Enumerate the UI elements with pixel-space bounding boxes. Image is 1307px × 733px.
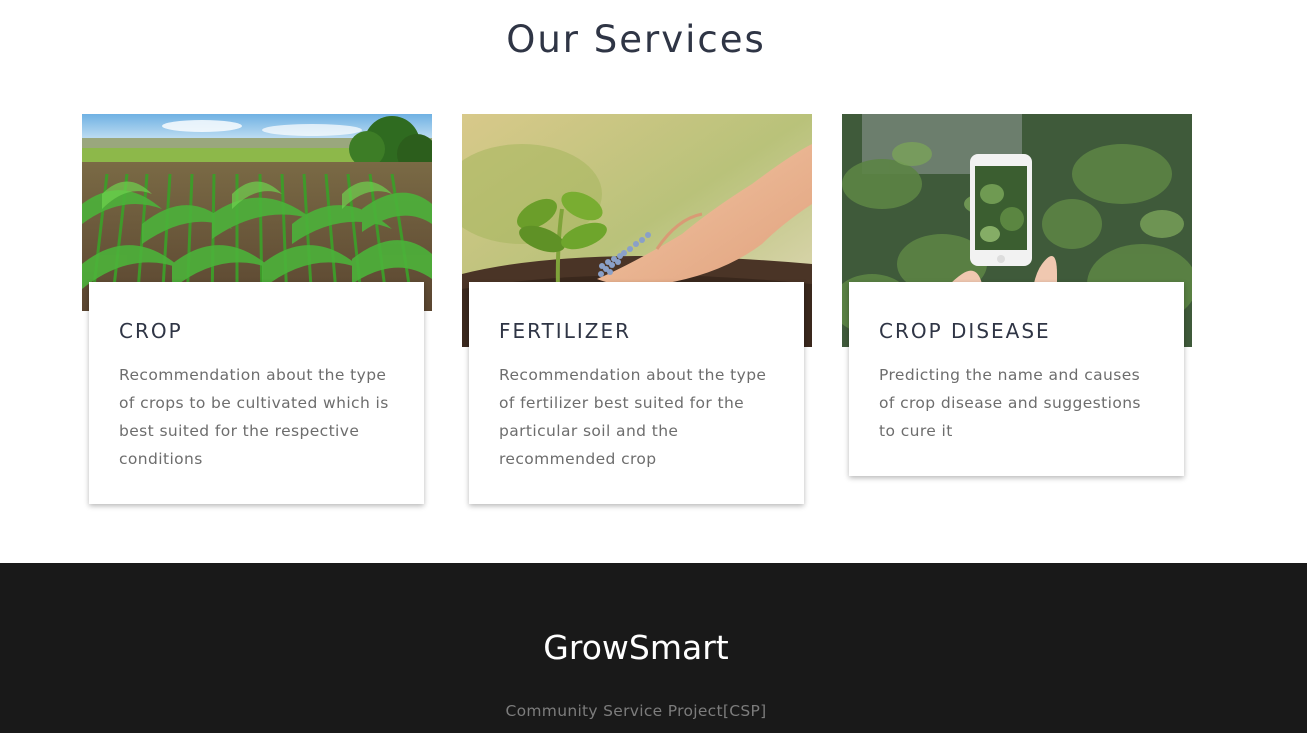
- services-heading: Our Services: [506, 18, 766, 61]
- crop-disease-card-title: CROP DISEASE: [879, 319, 1051, 343]
- footer-tagline: Community Service Project[CSP]: [505, 702, 767, 720]
- footer: GrowSmart Community Service Project[CSP]: [0, 563, 1307, 733]
- page: Our Services CROP Recommendation about t…: [0, 0, 1307, 733]
- crop-card-description: Recommendation about the type of crops t…: [119, 366, 389, 468]
- fertilizer-card-title: FERTILIZER: [499, 319, 631, 343]
- crop-card[interactable]: CROP Recommendation about the type of cr…: [89, 282, 424, 504]
- crop-disease-card-description: Predicting the name and causes of crop d…: [879, 366, 1141, 440]
- crop-card-title: CROP: [119, 319, 183, 343]
- fertilizer-card[interactable]: FERTILIZER Recommendation about the type…: [469, 282, 804, 504]
- fertilizer-card-description: Recommendation about the type of fertili…: [499, 366, 767, 468]
- crop-disease-card[interactable]: CROP DISEASE Predicting the name and cau…: [849, 282, 1184, 476]
- footer-brand: GrowSmart: [543, 628, 729, 667]
